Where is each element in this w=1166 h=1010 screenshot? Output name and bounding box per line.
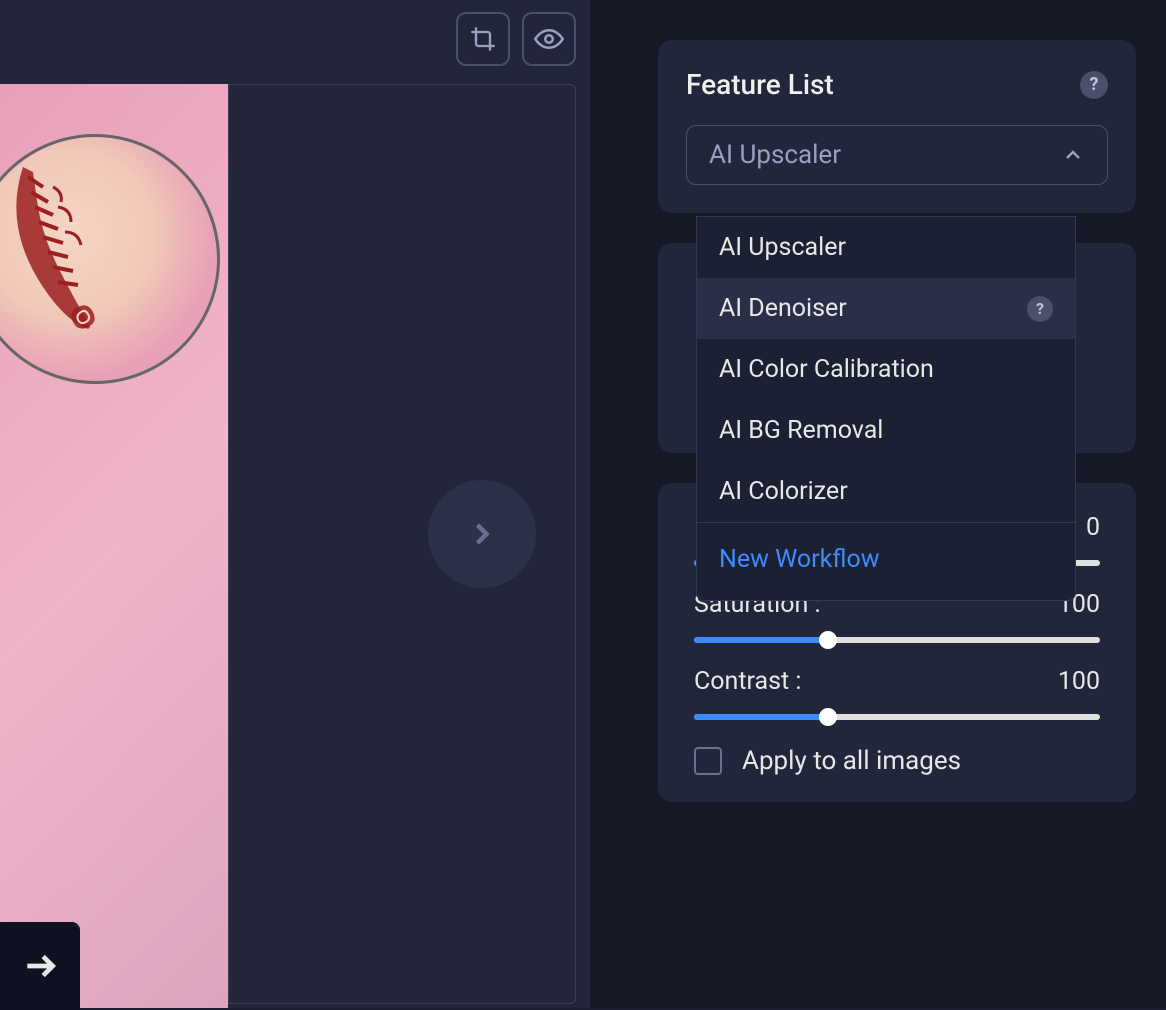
henna-design bbox=[0, 157, 173, 357]
dropdown-item-ai-bg-removal[interactable]: AI BG Removal bbox=[697, 400, 1075, 461]
dropdown-item-ai-colorizer[interactable]: AI Colorizer bbox=[697, 461, 1075, 522]
contrast-fill bbox=[694, 714, 828, 720]
dropdown-item-label: AI Upscaler bbox=[719, 233, 846, 262]
eye-icon bbox=[534, 24, 564, 54]
dropdown-item-ai-upscaler[interactable]: AI Upscaler bbox=[697, 217, 1075, 278]
contrast-value: 100 bbox=[1058, 667, 1100, 696]
saturation-thumb[interactable] bbox=[819, 631, 837, 649]
dropdown-item-label: AI Color Calibration bbox=[719, 355, 934, 384]
contrast-label: Contrast : bbox=[694, 667, 801, 696]
apply-all-checkbox[interactable] bbox=[694, 747, 722, 775]
saturation-slider[interactable] bbox=[694, 637, 1100, 643]
preview-toolbar bbox=[456, 12, 576, 66]
crop-button[interactable] bbox=[456, 12, 510, 66]
contrast-slider[interactable] bbox=[694, 714, 1100, 720]
apply-all-label: Apply to all images bbox=[742, 746, 961, 776]
contrast-row: Contrast : 100 bbox=[694, 667, 1100, 720]
feature-dropdown-menu[interactable]: AI Upscaler AI Denoiser ? AI Color Calib… bbox=[696, 216, 1076, 601]
feature-list-header: Feature List ? bbox=[686, 68, 1108, 101]
image-preview[interactable] bbox=[0, 84, 228, 1008]
apply-all-row: Apply to all images bbox=[694, 746, 1100, 776]
feature-list-panel: Feature List ? AI Upscaler bbox=[658, 40, 1136, 213]
feature-dropdown[interactable]: AI Upscaler bbox=[686, 125, 1108, 185]
saturation-fill bbox=[694, 637, 828, 643]
feature-help-icon[interactable]: ? bbox=[1080, 71, 1108, 99]
next-image-button[interactable] bbox=[428, 480, 536, 588]
dropdown-item-label: AI Denoiser bbox=[719, 294, 847, 323]
forward-button[interactable] bbox=[0, 922, 80, 1010]
dropdown-item-label: AI BG Removal bbox=[719, 416, 883, 445]
arrow-right-icon bbox=[21, 947, 59, 985]
preview-button[interactable] bbox=[522, 12, 576, 66]
dropdown-item-label: New Workflow bbox=[719, 545, 880, 574]
chevron-right-icon bbox=[464, 516, 500, 552]
crop-icon bbox=[469, 25, 497, 53]
dropdown-item-ai-color-calibration[interactable]: AI Color Calibration bbox=[697, 339, 1075, 400]
dropdown-item-label: AI Colorizer bbox=[719, 477, 848, 506]
contrast-thumb[interactable] bbox=[819, 708, 837, 726]
dropdown-item-new-workflow[interactable]: New Workflow bbox=[697, 523, 1075, 600]
brightness-value: 0 bbox=[1086, 513, 1100, 542]
dropdown-help-icon[interactable]: ? bbox=[1027, 296, 1053, 322]
magnifier-lens bbox=[0, 134, 220, 384]
feature-dropdown-selected: AI Upscaler bbox=[709, 140, 841, 170]
feature-list-title: Feature List bbox=[686, 68, 834, 101]
main-preview-area bbox=[0, 0, 590, 1008]
chevron-up-icon bbox=[1061, 143, 1085, 167]
dropdown-item-ai-denoiser[interactable]: AI Denoiser ? bbox=[697, 278, 1075, 339]
